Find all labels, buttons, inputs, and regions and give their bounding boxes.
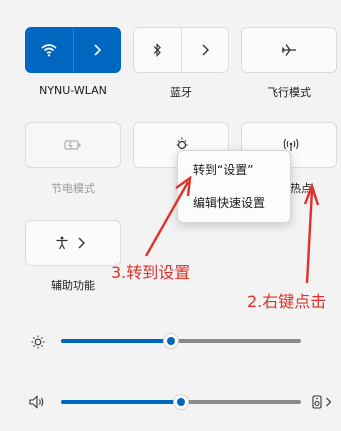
- arrow-to-hotspot: [303, 182, 320, 284]
- speaker-icon: [29, 395, 44, 409]
- menu-item-go-to-settings[interactable]: 转到“设置”: [193, 161, 253, 178]
- hotspot-label: 热点: [290, 182, 312, 195]
- brightness-slider[interactable]: [61, 334, 301, 348]
- context-menu: 转到“设置” 编辑快速设置: [177, 150, 291, 223]
- accessibility-label: 辅助功能: [51, 279, 95, 292]
- brightness-fill: [61, 339, 171, 343]
- bluetooth-toggle-button[interactable]: [134, 28, 181, 72]
- chevron-right-icon: [326, 397, 332, 407]
- wifi-icon: [41, 44, 57, 57]
- accessibility-toggle-button[interactable]: [26, 221, 73, 265]
- wifi-tile[interactable]: [25, 27, 121, 73]
- wifi-expand-button[interactable]: [74, 28, 121, 72]
- volume-thumb[interactable]: [174, 395, 188, 409]
- wifi-label: NYNU-WLAN: [39, 84, 107, 97]
- accessibility-tile[interactable]: [25, 220, 121, 266]
- volume-slider[interactable]: [61, 395, 301, 409]
- audio-output-button[interactable]: [312, 392, 340, 412]
- battery-saver-tile: [25, 122, 121, 168]
- chevron-right-icon: [202, 44, 209, 56]
- annotation-step3: 3.转到设置: [111, 263, 191, 282]
- menu-item-edit-quick-settings[interactable]: 编辑快速设置: [193, 194, 265, 211]
- wifi-toggle-button[interactable]: [26, 28, 73, 72]
- volume-fill: [61, 400, 181, 404]
- battery-saver-label: 节电模式: [51, 182, 95, 195]
- bluetooth-tile[interactable]: [133, 27, 229, 73]
- bluetooth-icon: [153, 43, 162, 57]
- accessibility-icon: [56, 236, 68, 250]
- brightness-icon: [31, 335, 45, 349]
- brightness-thumb[interactable]: [164, 334, 178, 348]
- battery-saver-icon: [64, 140, 81, 150]
- airplane-mode-label: 飞行模式: [267, 86, 311, 99]
- chevron-right-icon: [78, 237, 85, 249]
- chevron-right-icon: [94, 44, 101, 56]
- audio-device-icon: [312, 395, 322, 409]
- bluetooth-label: 蓝牙: [170, 86, 192, 99]
- bluetooth-expand-button[interactable]: [182, 28, 229, 72]
- airplane-mode-tile[interactable]: [241, 27, 337, 73]
- airplane-icon: [281, 44, 296, 56]
- annotation-step2: 2.右键点击: [247, 292, 327, 311]
